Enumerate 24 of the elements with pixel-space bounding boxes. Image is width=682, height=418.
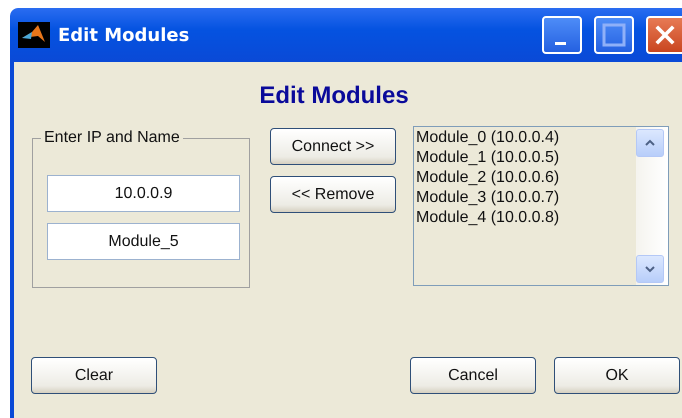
window-title: Edit Modules [58,24,190,46]
maximize-button[interactable] [594,16,634,54]
dialog-button[interactable]: OK [554,357,680,394]
list-item[interactable]: Module_4 (10.0.0.8) [416,208,634,228]
close-button[interactable] [646,16,682,54]
input-field[interactable]: Module_5 [47,223,240,260]
action-button[interactable]: << Remove [270,176,396,213]
close-icon [654,23,676,47]
list-item[interactable]: Module_1 (10.0.0.5) [416,148,634,168]
scroll-down-icon[interactable] [636,255,664,283]
minimize-button[interactable] [542,16,582,54]
dialog-button[interactable]: Cancel [410,357,536,394]
app-icon [18,22,50,48]
maximize-icon [602,23,626,47]
scroll-up-icon[interactable] [636,129,664,157]
action-button[interactable]: Connect >> [270,128,396,165]
input-field[interactable]: 10.0.0.9 [47,175,240,212]
clear-button[interactable]: Clear [31,357,157,394]
module-list[interactable]: Module_0 (10.0.0.4) Module_1 (10.0.0.5) Module_2 (10.0.0.6) Module_3 (10.0.0.7) Module_4 (10.0.0.8) [413,126,669,286]
dialog-heading: Edit Modules [258,82,410,110]
list-item[interactable]: Module_0 (10.0.0.4) [416,128,634,148]
list-item[interactable]: Module_3 (10.0.0.7) [416,188,634,208]
list-item[interactable]: Module_2 (10.0.0.6) [416,168,634,188]
minimize-icon [554,42,566,44]
